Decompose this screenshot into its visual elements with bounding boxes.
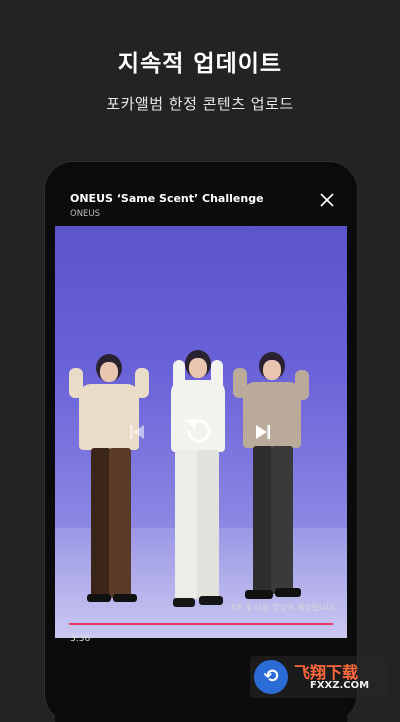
performer-right (231, 352, 311, 604)
video-frame[interactable] (55, 226, 347, 638)
skip-previous-icon[interactable] (127, 422, 147, 442)
performer-center (163, 350, 233, 612)
replay-icon[interactable] (183, 415, 215, 447)
watermark: ⟲ 飞翔下载 FXXZ.COM (250, 656, 390, 698)
watermark-logo-icon: ⟲ (254, 660, 288, 694)
close-icon[interactable] (317, 190, 337, 210)
progress-fill (69, 623, 333, 625)
phone-frame: ONEUS ‘Same Scent’ Challenge ONEUS 3초 후 … (45, 162, 357, 722)
performer-left (69, 354, 149, 604)
player-screen: ONEUS ‘Same Scent’ Challenge ONEUS 3초 후 … (55, 176, 347, 722)
elapsed-time: 3:36 (70, 634, 91, 644)
promo-subline: 포카앨범 한정 콘텐츠 업로드 (106, 95, 294, 113)
skip-next-icon[interactable] (253, 422, 273, 442)
promo-headline: 지속적 업데이트 (117, 51, 283, 77)
video-artist: ONEUS (70, 209, 101, 219)
next-video-countdown: 3초 후 다음 영상이 재생됩니다. (230, 603, 337, 612)
progress-bar[interactable] (69, 623, 333, 625)
watermark-url: FXXZ.COM (310, 680, 370, 691)
video-title: ONEUS ‘Same Scent’ Challenge (70, 192, 264, 205)
